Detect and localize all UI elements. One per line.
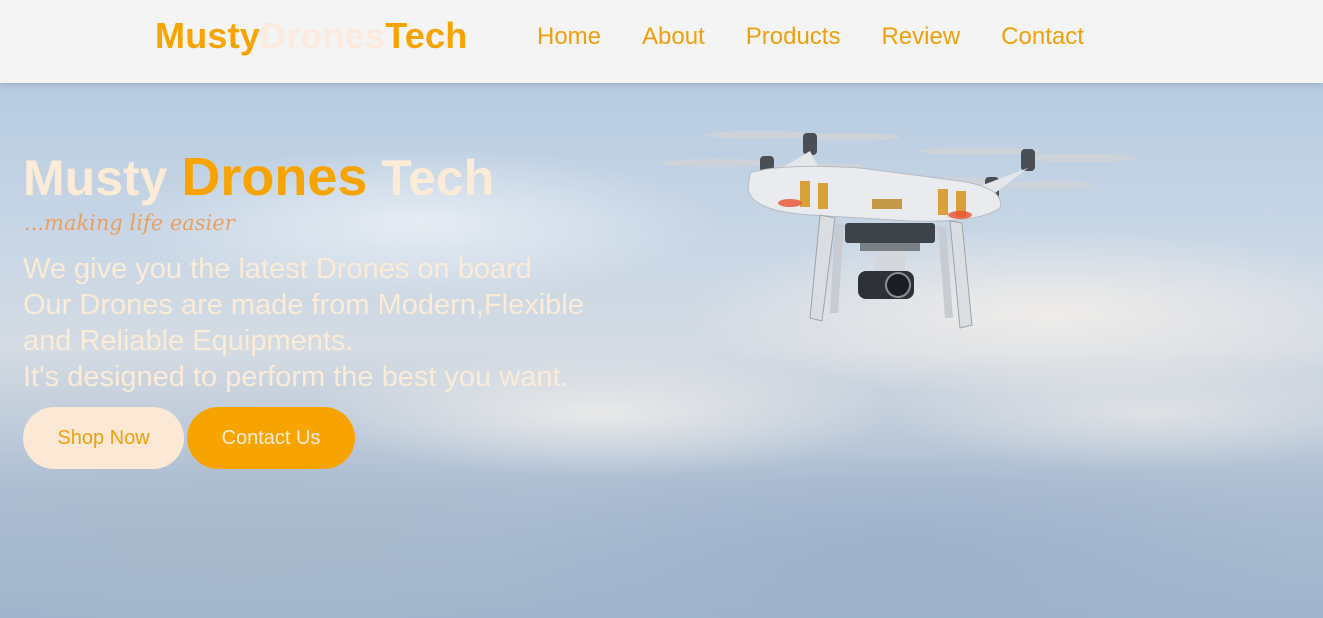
nav-link-contact[interactable]: Contact [1001,22,1084,52]
main-nav: Home About Products Review Contact [537,22,1125,52]
hero-title-tech: Tech [367,150,495,206]
navbar: MustyDronesTech Home About Products Revi… [0,0,1323,83]
hero-title-drones: Drones [181,147,368,207]
contact-us-button[interactable]: Contact Us [187,407,355,469]
shop-now-button[interactable]: Shop Now [23,407,184,469]
logo-part-tech: Tech [385,15,468,56]
hero-description-line: We give you the latest Drones on board [23,253,532,285]
hero-title-musty: Musty [23,150,182,206]
logo-part-musty: Musty [155,15,261,56]
nav-link-home[interactable]: Home [537,22,601,52]
nav-link-about[interactable]: About [642,22,705,52]
site-logo[interactable]: MustyDronesTech [155,16,467,56]
hero-description-line: Our Drones are made from Modern,Flexible [23,289,584,321]
nav-link-products[interactable]: Products [746,22,841,52]
hero-tagline: ...making life easier [24,211,235,235]
nav-link-review[interactable]: Review [881,22,960,52]
hero-section: Musty Drones Tech ...making life easier … [0,83,1323,618]
hero-description-line: It's designed to perform the best you wa… [23,361,569,393]
logo-part-drones: Drones [260,15,386,56]
quadcopter-drone-image [660,131,1135,329]
hero-description-line: and Reliable Equipments. [23,325,354,357]
hero-title: Musty Drones Tech [23,149,494,206]
hero-description: We give you the latest Drones on board O… [23,251,663,395]
